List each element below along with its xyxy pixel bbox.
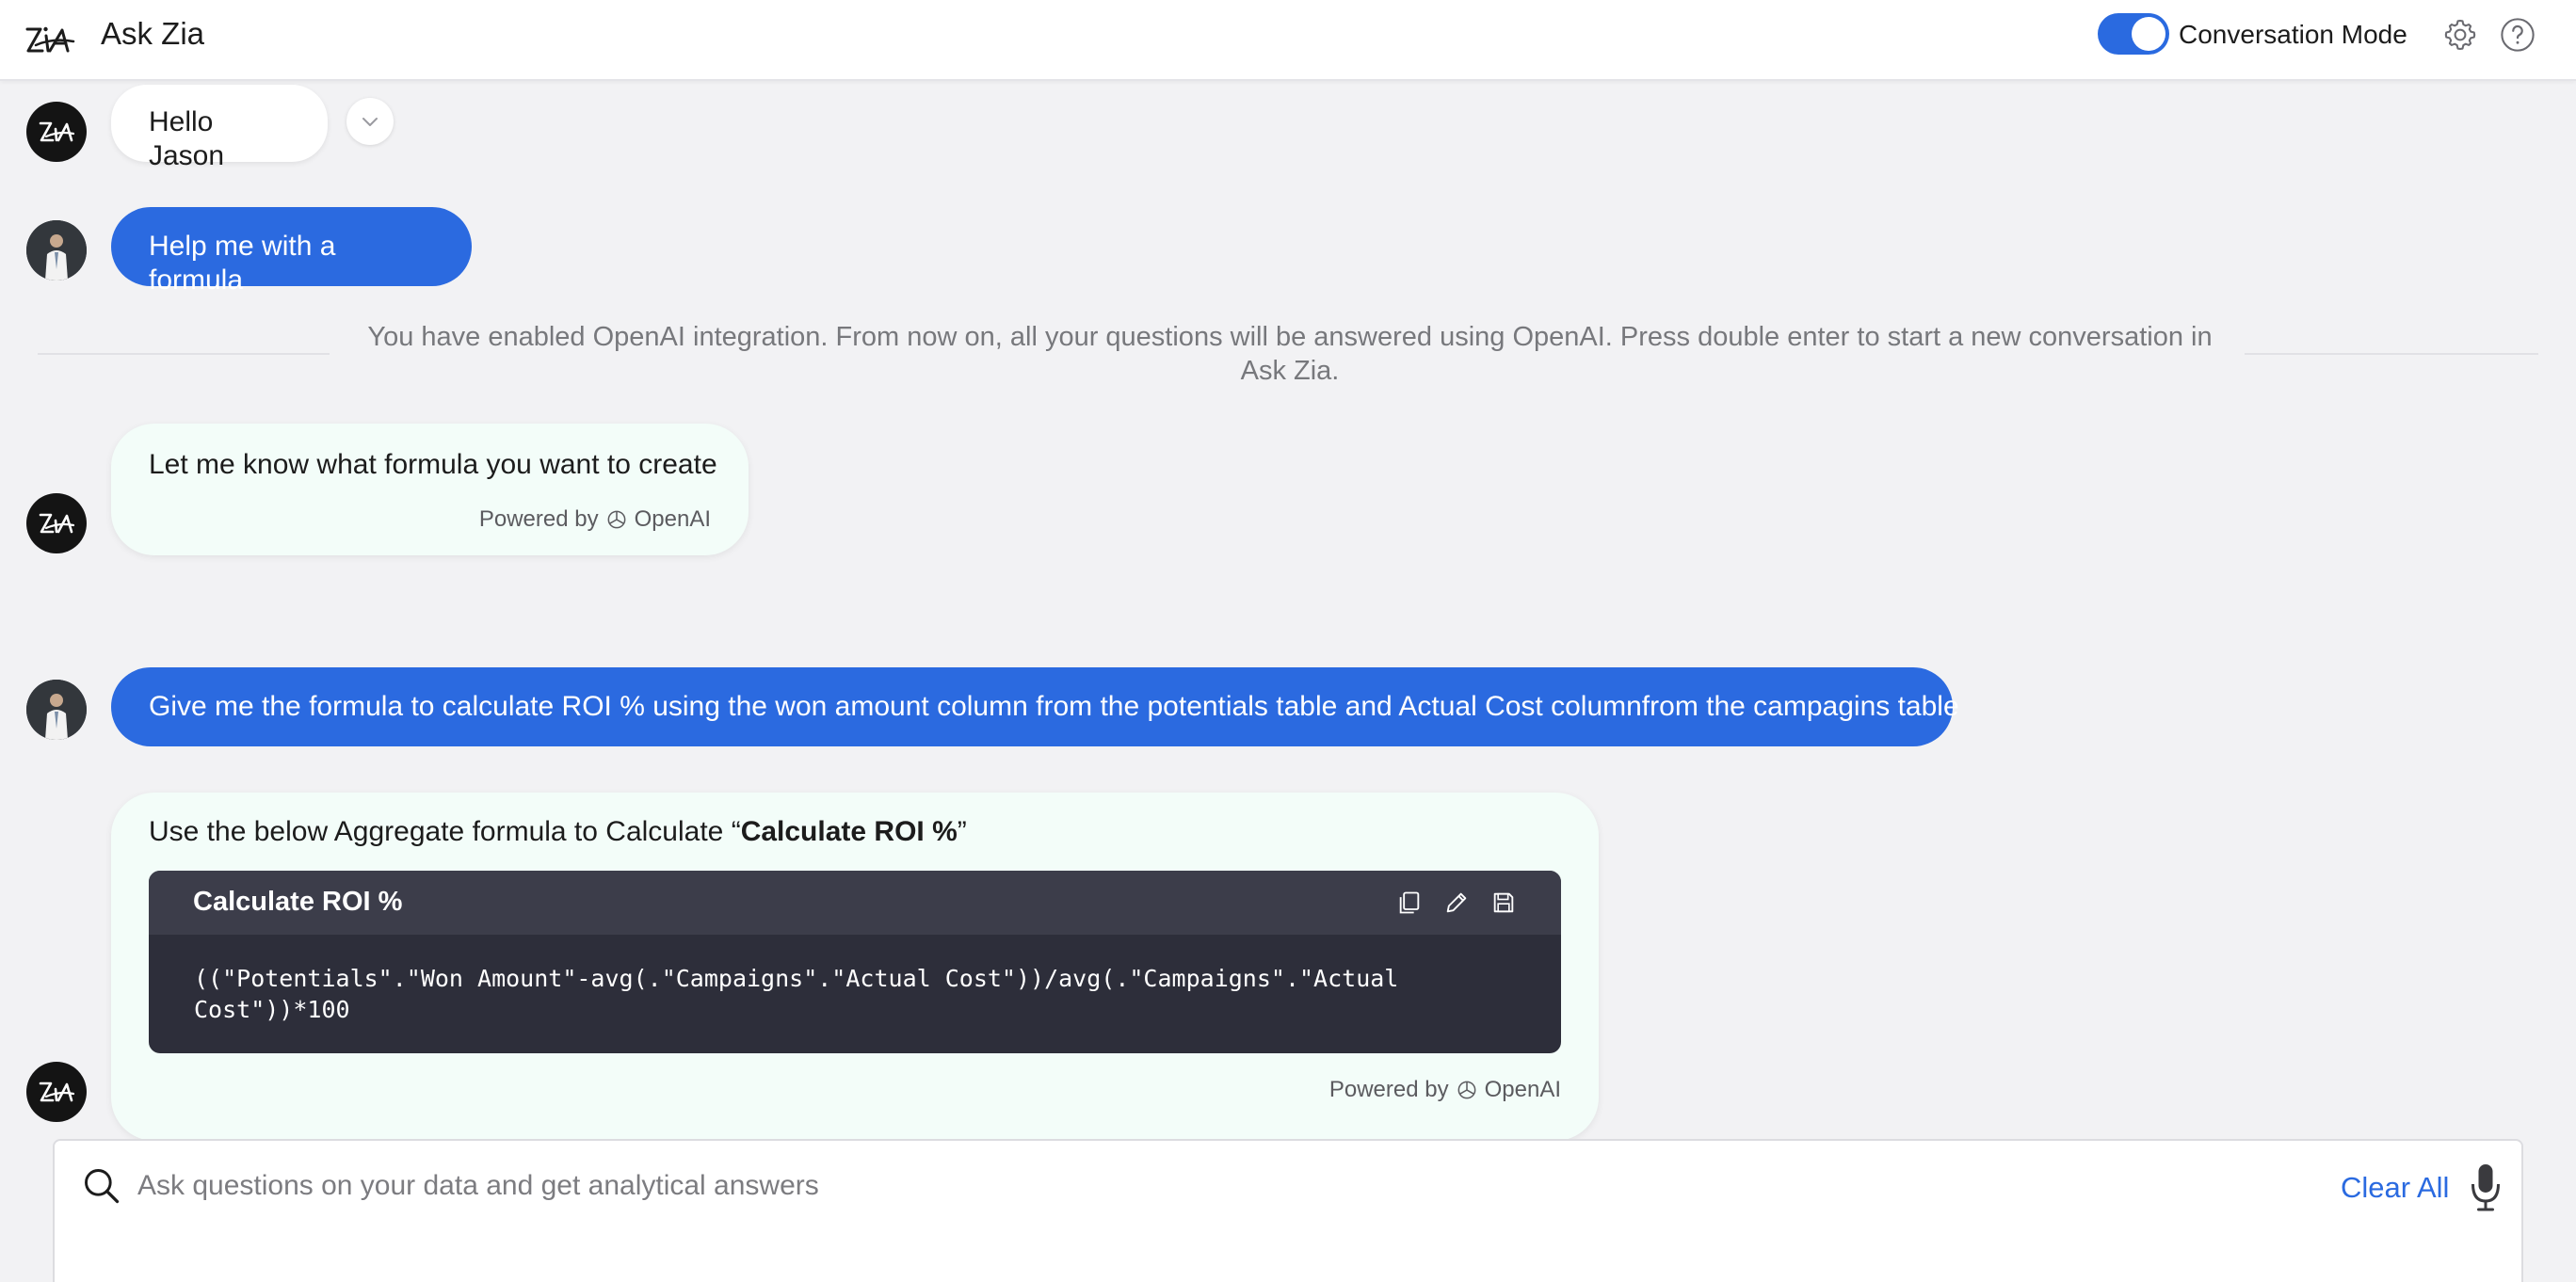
openai-icon bbox=[1457, 1081, 1476, 1099]
zia-logo-icon bbox=[39, 513, 75, 534]
chevron-down-icon bbox=[362, 118, 378, 126]
user-photo-icon bbox=[26, 220, 87, 280]
user-avatar bbox=[26, 220, 87, 280]
zia-logo-icon bbox=[39, 1082, 75, 1102]
user-avatar bbox=[26, 680, 87, 740]
gear-icon[interactable] bbox=[2442, 17, 2478, 53]
intro-text-end: ” bbox=[957, 816, 967, 847]
provider-name: OpenAI bbox=[634, 506, 711, 532]
help-icon[interactable] bbox=[2500, 17, 2536, 53]
user-photo-icon bbox=[26, 680, 87, 740]
toggle-knob bbox=[2132, 17, 2165, 51]
divider bbox=[2245, 353, 2538, 355]
microphone-icon[interactable] bbox=[2469, 1162, 2503, 1212]
message-intro: Use the below Aggregate formula to Calcu… bbox=[149, 815, 967, 849]
zia-avatar bbox=[26, 493, 87, 553]
message-bubble: Let me know what formula you want to cre… bbox=[111, 424, 749, 555]
powered-by-text: Powered by bbox=[478, 506, 599, 532]
provider-name: OpenAI bbox=[1484, 1077, 1561, 1102]
powered-by-label: Powered by OpenAI bbox=[479, 503, 711, 537]
copy-icon[interactable] bbox=[1396, 889, 1423, 916]
edit-icon[interactable] bbox=[1443, 889, 1470, 916]
search-icon bbox=[85, 1169, 120, 1204]
openai-icon bbox=[607, 510, 626, 529]
intro-formula-name: Calculate ROI % bbox=[740, 816, 958, 847]
message-bubble-user: Help me with a formula bbox=[111, 207, 472, 296]
code-block-header: Calculate ROI % bbox=[149, 871, 1561, 935]
zia-avatar bbox=[26, 1062, 87, 1122]
expand-button[interactable] bbox=[346, 98, 394, 145]
message-text: Help me with a formula bbox=[149, 231, 336, 296]
conversation-mode-label: Conversation Mode bbox=[2179, 20, 2407, 49]
system-notice: You have enabled OpenAI integration. Fro… bbox=[367, 322, 2213, 386]
clear-all-button[interactable]: Clear All bbox=[2341, 1171, 2449, 1205]
zia-logo-icon bbox=[25, 26, 75, 53]
code-block: Calculate ROI % (("Potentials"."Won Amou… bbox=[149, 871, 1561, 1053]
header-bar: Ask Zia Conversation Mode bbox=[0, 0, 2576, 81]
message-text: Hello Jason bbox=[149, 106, 225, 171]
formula-code[interactable]: (("Potentials"."Won Amount"-avg(."Campai… bbox=[194, 963, 1531, 1025]
save-icon[interactable] bbox=[1490, 889, 1517, 916]
message-bubble-user: Give me the formula to calculate ROI % u… bbox=[111, 667, 1959, 746]
page-title: Ask Zia bbox=[101, 16, 205, 51]
zia-logo-icon bbox=[39, 121, 75, 142]
powered-by-text: Powered by bbox=[1328, 1077, 1449, 1102]
message-bubble: Hello Jason bbox=[111, 85, 328, 171]
conversation-mode-toggle[interactable] bbox=[2098, 13, 2169, 55]
ask-input-bar: Clear All bbox=[53, 1139, 2523, 1282]
message-text: Let me know what formula you want to cre… bbox=[149, 449, 717, 480]
ask-question-input[interactable] bbox=[137, 1162, 2209, 1210]
zia-avatar bbox=[26, 102, 87, 162]
intro-text: Use the below Aggregate formula to Calcu… bbox=[149, 816, 741, 847]
message-text: Give me the formula to calculate ROI % u… bbox=[149, 691, 1959, 722]
powered-by-label: Powered by OpenAI bbox=[1329, 1073, 1561, 1107]
divider bbox=[38, 353, 330, 355]
code-block-title: Calculate ROI % bbox=[193, 887, 403, 917]
